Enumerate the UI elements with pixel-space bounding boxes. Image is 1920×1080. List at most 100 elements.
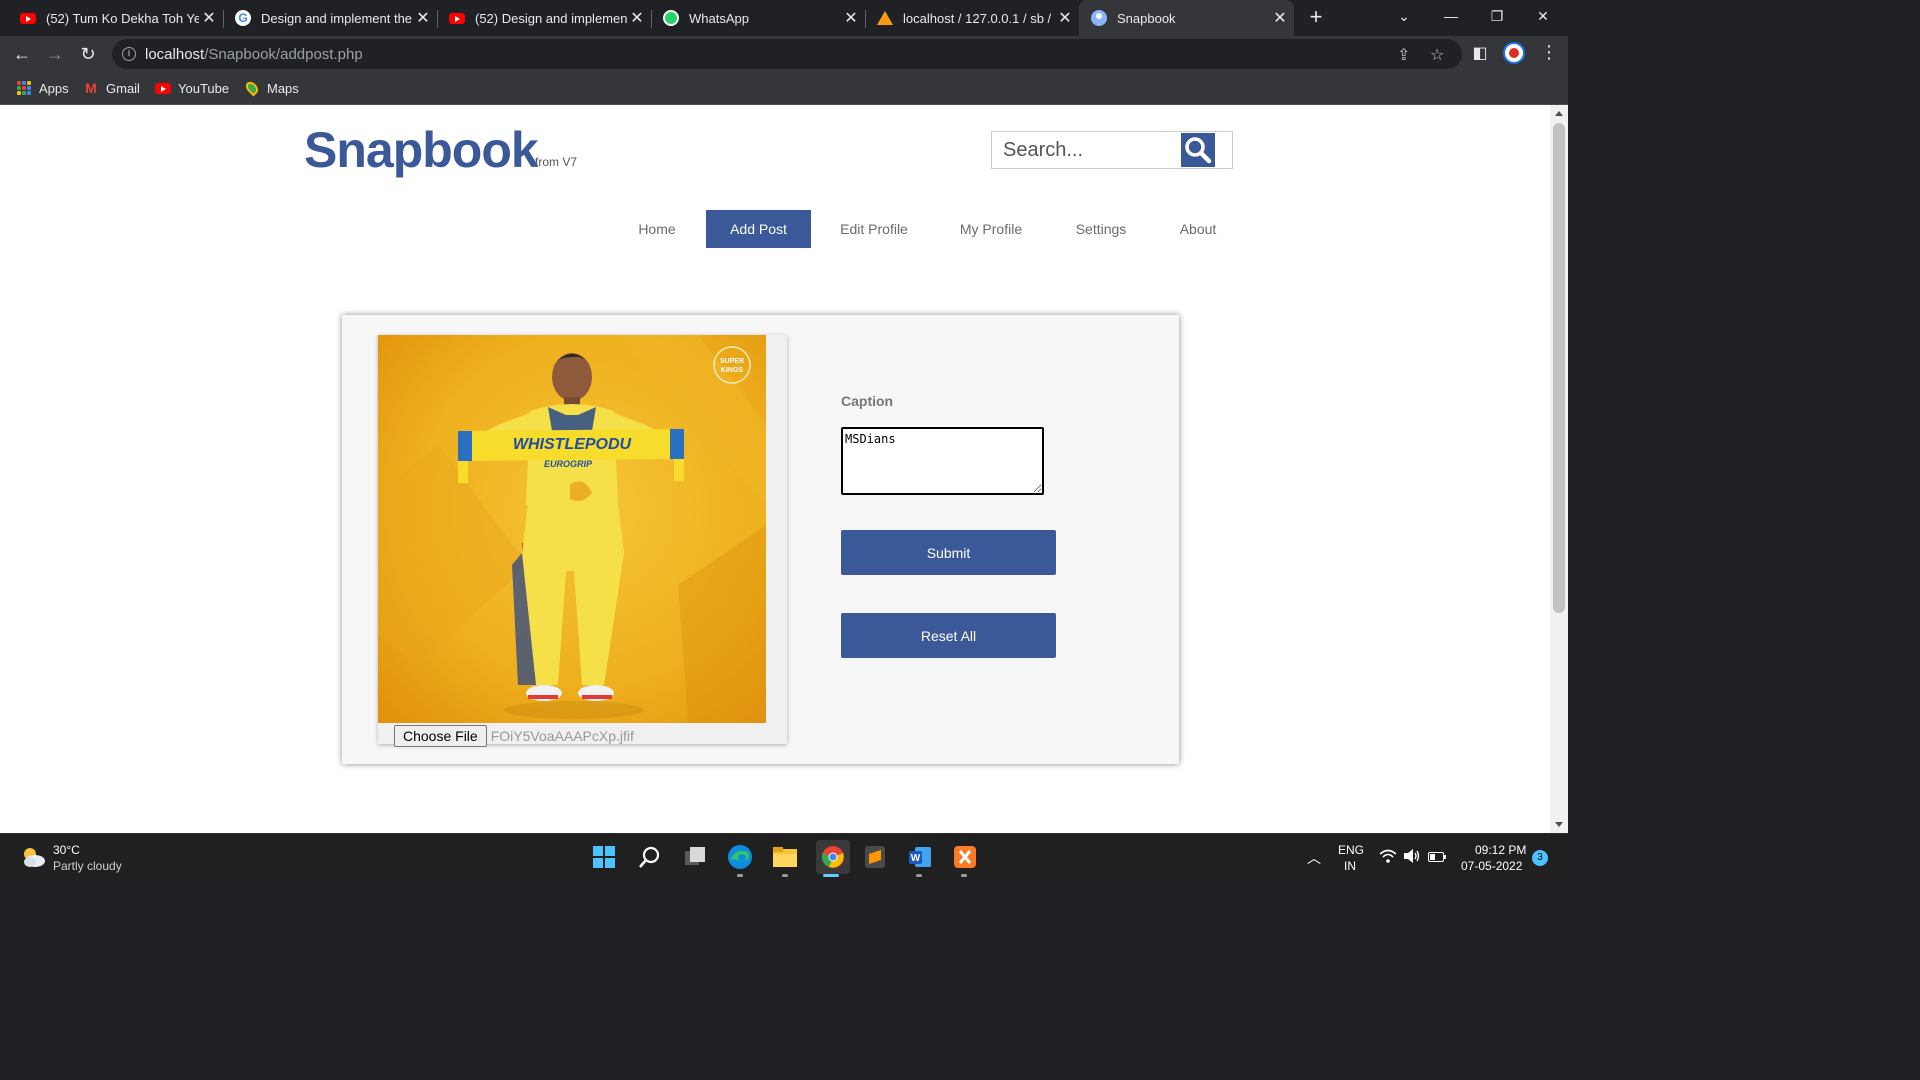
- show-hidden-icons-chevron-icon[interactable]: ︿: [1307, 848, 1321, 868]
- search-input[interactable]: [992, 132, 1180, 168]
- caption-textarea[interactable]: MSDians: [841, 427, 1044, 495]
- notification-badge[interactable]: 3: [1532, 850, 1548, 866]
- nav-edit-profile[interactable]: Edit Profile: [830, 210, 918, 248]
- tab-whatsapp[interactable]: WhatsApp ✕: [651, 0, 866, 36]
- new-tab-button[interactable]: +: [1304, 6, 1328, 30]
- nav-about[interactable]: About: [1170, 210, 1226, 248]
- tab-title: Snapbook: [1117, 10, 1176, 26]
- chrome-icon[interactable]: [816, 840, 850, 874]
- google-icon: G: [235, 10, 251, 26]
- restore-icon[interactable]: ❐: [1474, 0, 1520, 32]
- menu-kebab-icon[interactable]: ⋮: [1540, 42, 1558, 63]
- close-tab-icon[interactable]: ✕: [413, 8, 433, 28]
- back-arrow-icon[interactable]: ←: [10, 42, 34, 66]
- volume-icon[interactable]: [1403, 848, 1421, 867]
- tab-title: (52) Tum Ko Dekha Toh Ye Khayal Aaya: [46, 10, 199, 26]
- tab-youtube-song[interactable]: (52) Tum Ko Dekha Toh Ye Khayal Aaya ✕: [0, 0, 224, 36]
- search-icon[interactable]: [637, 844, 663, 870]
- close-window-icon[interactable]: ✕: [1520, 0, 1566, 32]
- page-viewport: Snapbook from V7 Home Add Post Edit Prof…: [0, 105, 1550, 833]
- browser-toolbar: ← → ↻ i localhost/Snapbook/addpost.php ⇪…: [0, 36, 1568, 72]
- tab-snapbook[interactable]: Snapbook ✕: [1079, 0, 1294, 36]
- language-code[interactable]: ENG: [1338, 843, 1364, 857]
- nav-add-post[interactable]: Add Post: [706, 210, 811, 248]
- sponsor-text: EUROGRIP: [544, 459, 593, 469]
- share-icon[interactable]: ⇪: [1397, 45, 1410, 65]
- sublime-text-icon[interactable]: [862, 844, 888, 870]
- whatsapp-icon: [663, 10, 679, 26]
- nav-home[interactable]: Home: [626, 210, 688, 248]
- task-view-icon[interactable]: [682, 844, 708, 870]
- page-scrollbar[interactable]: [1550, 105, 1568, 833]
- nav-my-profile[interactable]: My Profile: [950, 210, 1032, 248]
- maps-icon: [243, 79, 261, 97]
- svg-text:W: W: [911, 853, 921, 864]
- address-bar[interactable]: i localhost/Snapbook/addpost.php ⇪ ☆: [112, 39, 1462, 69]
- word-icon[interactable]: W: [907, 844, 933, 870]
- reload-icon[interactable]: ↻: [76, 42, 100, 66]
- tab-search-chevron-icon[interactable]: ⌄: [1381, 0, 1427, 32]
- wifi-icon[interactable]: [1379, 849, 1397, 866]
- tab-phpmyadmin[interactable]: localhost / 127.0.0.1 / sb / u ✕: [865, 0, 1079, 36]
- windows-start-icon[interactable]: [591, 844, 617, 870]
- nav-settings[interactable]: Settings: [1066, 210, 1136, 248]
- bookmark-label: Apps: [39, 80, 69, 96]
- tab-google-design[interactable]: G Design and implement the ✕: [223, 0, 438, 36]
- tab-title: WhatsApp: [689, 10, 749, 26]
- tab-youtube-design[interactable]: (52) Design and implement ✕: [437, 0, 652, 36]
- bookmark-youtube[interactable]: YouTube: [155, 79, 229, 97]
- tab-strip: (52) Tum Ko Dekha Toh Ye Khayal Aaya ✕ G…: [0, 0, 1568, 36]
- close-tab-icon[interactable]: ✕: [1270, 8, 1290, 28]
- youtube-icon: [20, 10, 36, 26]
- region-code[interactable]: IN: [1344, 859, 1356, 873]
- weather-description[interactable]: Partly cloudy: [53, 859, 122, 873]
- uploaded-photo: SUPER KINGS WHISTLEPODU EUROGRIP: [378, 335, 766, 723]
- scroll-down-icon[interactable]: [1555, 822, 1563, 827]
- xampp-icon[interactable]: [952, 844, 978, 870]
- close-tab-icon[interactable]: ✕: [1055, 8, 1075, 28]
- edge-icon[interactable]: [727, 844, 753, 870]
- file-explorer-icon[interactable]: [772, 844, 798, 870]
- file-input: Choose File FOiY5VoaAAAPcXp.jfif: [394, 725, 634, 747]
- site-logo[interactable]: Snapbook: [304, 121, 539, 179]
- scrollbar-thumb[interactable]: [1553, 123, 1565, 613]
- bookmarks-bar: Apps M Gmail YouTube Maps: [0, 72, 1568, 105]
- close-tab-icon[interactable]: ✕: [627, 8, 647, 28]
- url-host: localhost: [145, 46, 205, 63]
- bookmark-apps[interactable]: Apps: [16, 79, 69, 97]
- add-post-card: SUPER KINGS WHISTLEPODU EUROGRIP Choose …: [342, 315, 1179, 764]
- close-tab-icon[interactable]: ✕: [841, 8, 861, 28]
- bookmark-label: YouTube: [178, 80, 230, 96]
- battery-icon[interactable]: [1428, 851, 1446, 865]
- logo-subtitle: from V7: [535, 155, 578, 169]
- close-tab-icon[interactable]: ✕: [199, 8, 219, 28]
- scroll-up-icon[interactable]: [1555, 111, 1563, 116]
- submit-button[interactable]: Submit: [841, 530, 1056, 575]
- minimize-icon[interactable]: —: [1428, 0, 1474, 32]
- forward-arrow-icon[interactable]: →: [43, 42, 67, 66]
- selected-file-name: FOiY5VoaAAAPcXp.jfif: [490, 728, 634, 744]
- youtube-icon: [155, 81, 171, 95]
- windows-taskbar: 30°C Partly cloudy W ︿ ENG IN 09:12 PM 0: [0, 833, 1568, 882]
- choose-file-button[interactable]: Choose File: [394, 725, 487, 747]
- side-panel-icon[interactable]: ◧: [1468, 42, 1492, 66]
- url-text[interactable]: localhost/Snapbook/addpost.php: [145, 46, 363, 63]
- weather-temperature[interactable]: 30°C: [53, 843, 80, 857]
- partly-cloudy-icon[interactable]: [20, 845, 46, 869]
- profile-avatar[interactable]: [1503, 42, 1525, 64]
- svg-text:KINGS: KINGS: [721, 367, 744, 374]
- tab-title: Design and implement the: [261, 10, 413, 26]
- bookmark-star-icon[interactable]: ☆: [1430, 45, 1444, 65]
- site-info-icon[interactable]: i: [122, 47, 136, 61]
- clock-time[interactable]: 09:12 PM: [1475, 843, 1526, 857]
- clock-date[interactable]: 07-05-2022: [1461, 859, 1522, 873]
- bookmark-maps[interactable]: Maps: [243, 79, 299, 97]
- bookmark-gmail[interactable]: M Gmail: [83, 79, 140, 97]
- search-icon: [1185, 137, 1212, 164]
- search-button[interactable]: [1181, 133, 1215, 167]
- tab-title: localhost / 127.0.0.1 / sb / u: [903, 10, 1055, 26]
- url-path: /Snapbook/addpost.php: [204, 46, 363, 63]
- svg-text:SUPER: SUPER: [720, 358, 744, 365]
- reset-all-button[interactable]: Reset All: [841, 613, 1056, 658]
- search-box: [991, 131, 1233, 169]
